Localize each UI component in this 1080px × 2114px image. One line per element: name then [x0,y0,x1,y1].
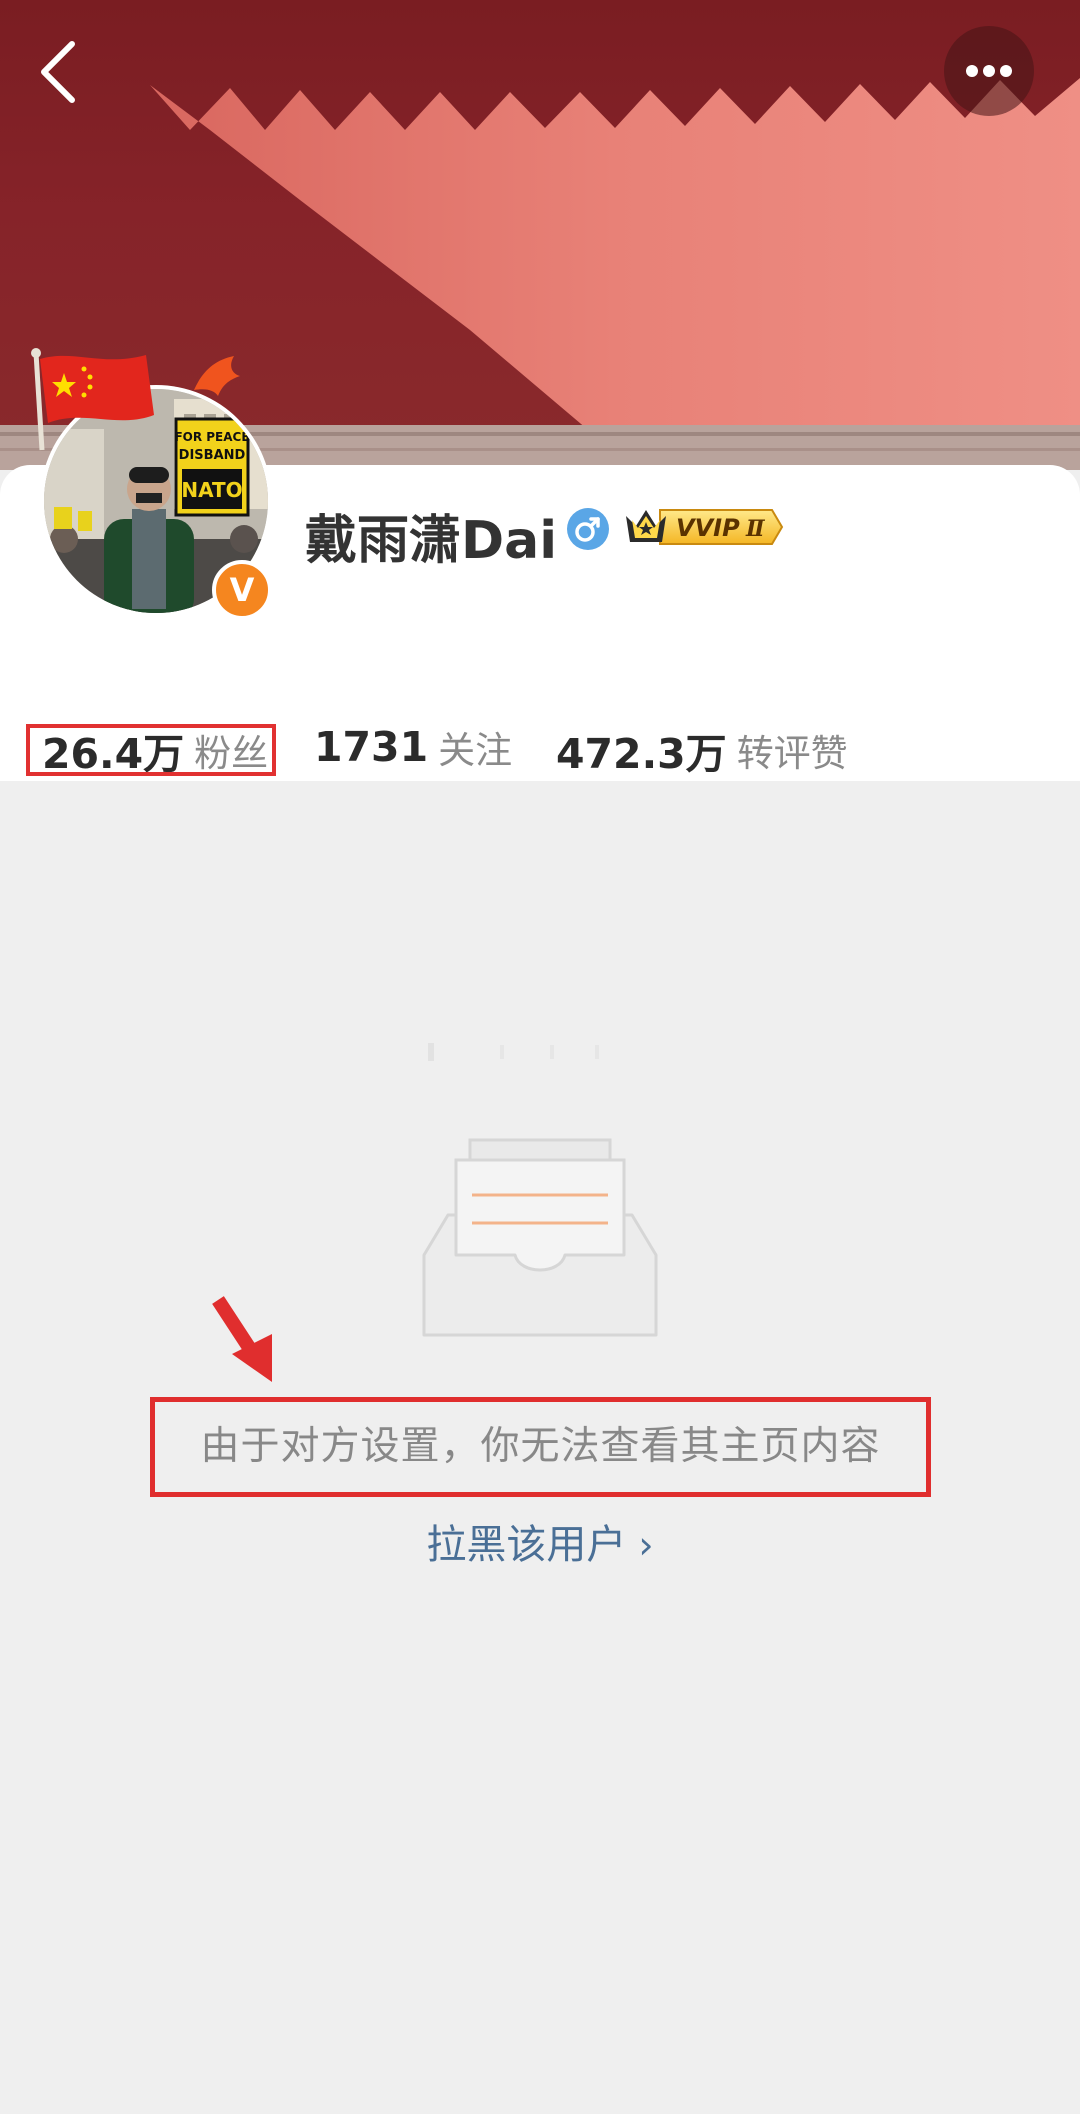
vvip-label: VVIP [676,514,740,542]
china-flag-icon [31,348,154,451]
ellipsis-icon [966,65,1012,77]
sign-line-2: DISBAND [179,448,246,463]
following-label: 关注 [438,729,513,772]
privacy-message: 由于对方设置，你无法查看其主页内容 [200,1424,881,1469]
empty-inbox-icon [422,1138,658,1337]
faint-divider [428,1043,599,1061]
followers-annotation-box [26,724,276,776]
interactions-count: 472.3万 [556,730,727,778]
vip-level: Ⅱ [745,516,766,542]
sign-line-3: NATO [181,478,242,502]
interactions-label: 转评赞 [736,732,848,775]
verified-v-icon: V [212,560,272,620]
red-arrow-annotation-icon [212,1296,272,1382]
following-count: 1731 [314,723,429,771]
stat-interactions[interactable]: 472.3万 转评赞 [556,720,848,780]
male-icon [567,508,609,550]
block-user-link[interactable]: 拉黑该用户 › [0,1515,1080,1575]
stat-following[interactable]: 1731 关注 [314,720,512,780]
back-button[interactable] [30,30,90,110]
chevron-right-icon: › [638,1523,654,1567]
maple-leaf-icon [194,356,240,396]
sign-line-1: FOR PEACE [174,430,249,444]
more-options-button[interactable] [944,26,1034,116]
profile-name: 戴雨潇Dai [305,511,558,571]
chevron-left-icon [41,41,75,103]
block-user-label: 拉黑该用户 [426,1522,627,1568]
vvip-badge[interactable]: VVIP Ⅱ [622,502,784,552]
